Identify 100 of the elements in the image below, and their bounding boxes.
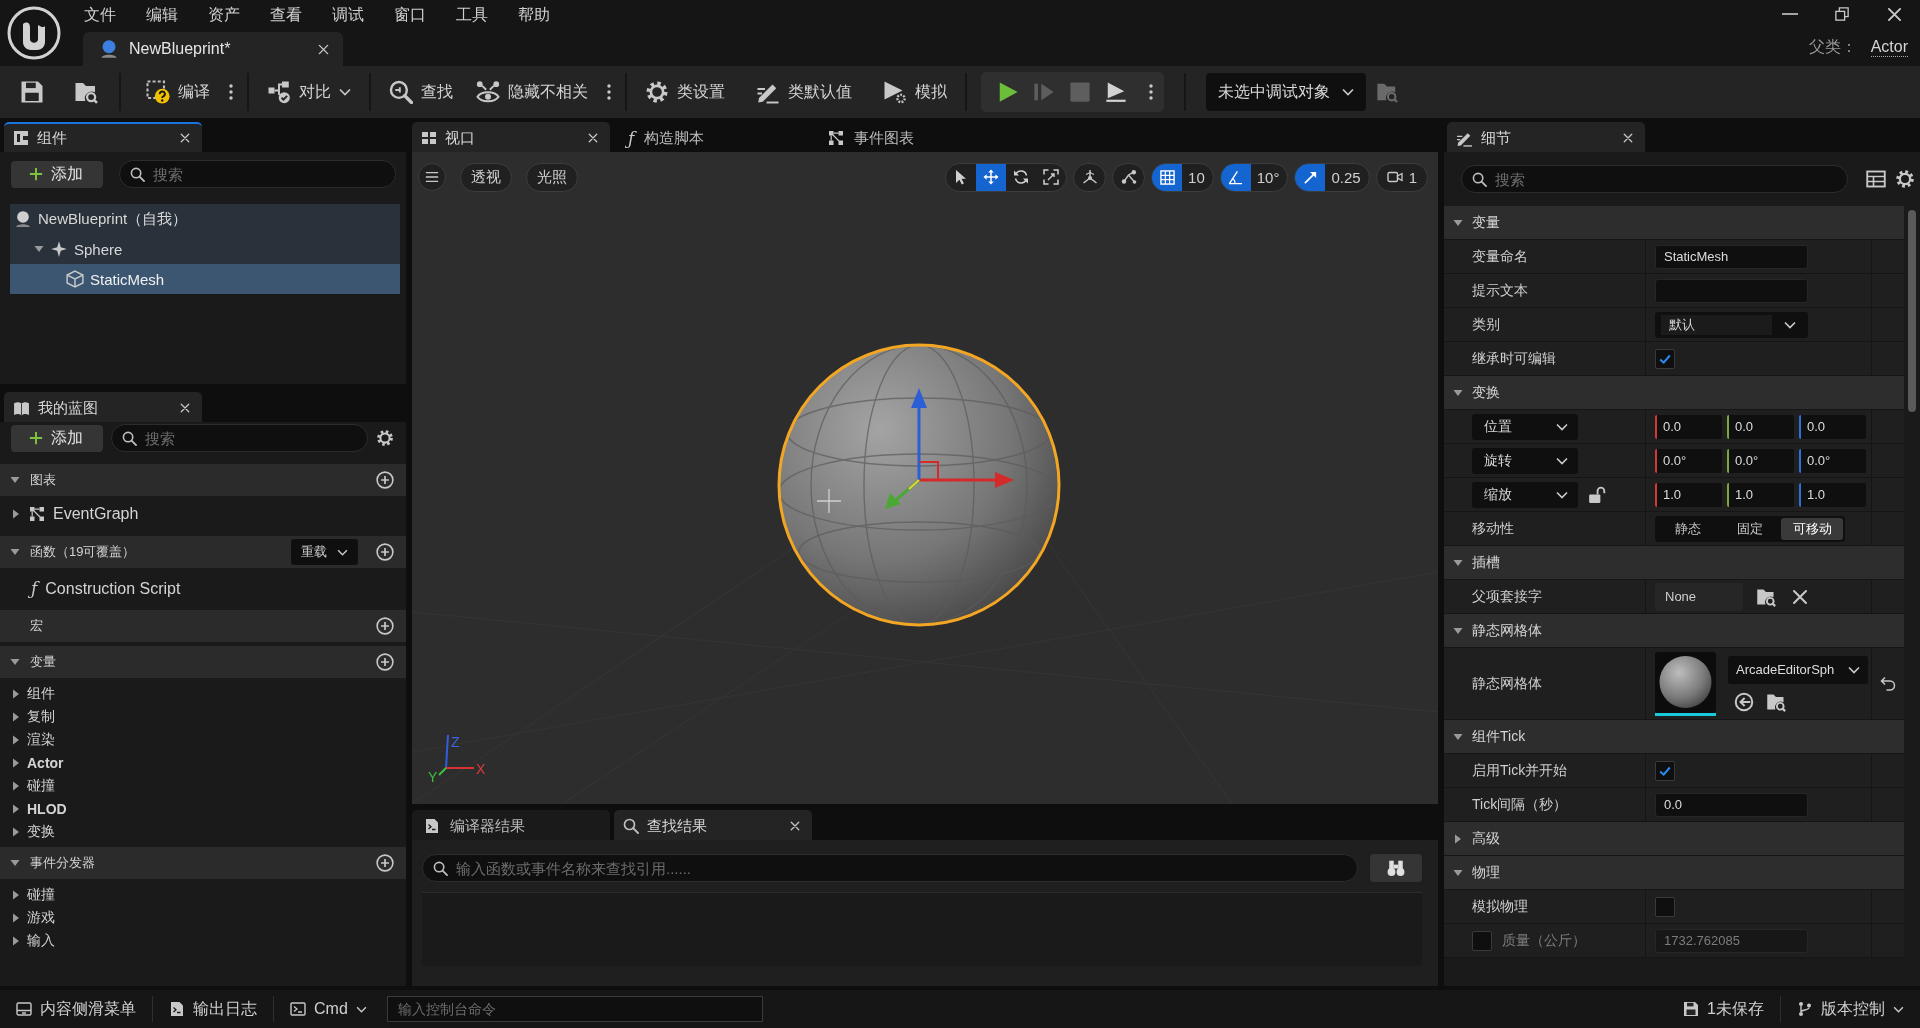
app-logo[interactable]	[7, 6, 61, 60]
add-button[interactable]: 添加	[11, 160, 103, 188]
compile-button[interactable]: 编译	[142, 73, 214, 111]
find-button[interactable]	[1370, 854, 1422, 882]
panel-tab[interactable]: 细节	[1447, 122, 1645, 152]
more-icon[interactable]	[229, 83, 233, 101]
number-field[interactable]: 1.0	[1799, 482, 1866, 507]
document-tab[interactable]: NewBlueprint*	[83, 32, 343, 66]
add-icon[interactable]	[376, 854, 394, 872]
number-field[interactable]: 0.0	[1655, 414, 1722, 439]
category-combo[interactable]: 默认	[1655, 311, 1808, 338]
tree-item[interactable]: 复制	[0, 705, 406, 728]
transform-dropdown[interactable]: 缩放	[1472, 481, 1578, 508]
find-button[interactable]: 查找	[385, 73, 457, 111]
socket-field[interactable]: None	[1655, 582, 1743, 611]
arrow-circle-icon[interactable]	[1734, 691, 1754, 712]
menu-item[interactable]: 文件	[69, 1, 131, 29]
tree-item[interactable]: EventGraph	[0, 496, 406, 532]
section-header[interactable]: 函数（19可覆盖） 重载	[0, 536, 406, 568]
restore-icon[interactable]	[1835, 7, 1849, 21]
number-field[interactable]: 0.0	[1799, 414, 1866, 439]
play-icon[interactable]	[997, 81, 1019, 103]
scrollbar[interactable]	[1908, 210, 1916, 412]
unlocked-lock-icon[interactable]	[1588, 485, 1606, 504]
tab[interactable]: 事件图表	[812, 122, 1010, 152]
simulate-button[interactable]: 模拟	[879, 73, 951, 111]
menu-item[interactable]: 调试	[317, 1, 379, 29]
tab[interactable]: 编译器结果	[412, 810, 610, 840]
snap-value-dropdown[interactable]: 10	[1182, 163, 1213, 191]
segment-option[interactable]: 可移动	[1781, 517, 1843, 540]
menu-item[interactable]: 帮助	[503, 1, 565, 29]
table-icon[interactable]	[1866, 169, 1886, 189]
tree-item[interactable]: HLOD	[0, 797, 406, 820]
close-icon[interactable]	[790, 821, 800, 831]
panel-tab[interactable]: 我的蓝图	[4, 392, 202, 422]
add-button[interactable]: 添加	[11, 424, 103, 452]
add-icon[interactable]	[376, 653, 394, 671]
close-icon[interactable]	[1792, 588, 1808, 605]
tree-item[interactable]: StaticMesh	[10, 264, 400, 294]
override-dropdown[interactable]: 重载	[291, 539, 358, 565]
number-field[interactable]: 0.0°	[1727, 448, 1794, 473]
parent-class-link[interactable]: Actor	[1870, 37, 1908, 57]
snap-toggle[interactable]	[1295, 163, 1326, 191]
add-icon[interactable]	[376, 543, 394, 561]
number-field[interactable]: 0.0°	[1655, 448, 1722, 473]
mesh-dropdown[interactable]: ArcadeEditorSph	[1728, 655, 1868, 684]
menu-item[interactable]: 资产	[193, 1, 255, 29]
close-icon[interactable]	[588, 133, 598, 143]
camera-speed-button[interactable]: 1	[1375, 162, 1428, 192]
more-icon[interactable]	[607, 83, 611, 101]
view-mode-button[interactable]: 透视	[460, 162, 512, 192]
tree-item[interactable]: 游戏	[0, 906, 406, 929]
output-log-button[interactable]: 输出日志	[159, 993, 267, 1025]
close-icon[interactable]	[1623, 133, 1633, 143]
menu-item[interactable]: 编辑	[131, 1, 193, 29]
text-field[interactable]: 0.0	[1655, 792, 1808, 817]
class-settings-button[interactable]: 类设置	[641, 73, 729, 111]
tree-item[interactable]: NewBlueprint（自我）	[10, 204, 400, 234]
snap-toggle[interactable]	[1220, 163, 1251, 191]
class-defaults-button[interactable]: 类默认值	[752, 73, 856, 111]
surface-snap-button[interactable]	[1112, 162, 1146, 192]
tab[interactable]: 视口	[412, 122, 610, 152]
number-field[interactable]: 1.0	[1727, 482, 1794, 507]
eject-icon[interactable]	[1105, 81, 1127, 103]
snap-value-dropdown[interactable]: 0.25	[1325, 163, 1369, 191]
close-icon[interactable]	[1886, 6, 1902, 22]
hide-unrelated-button[interactable]: 隐藏不相关	[472, 73, 592, 111]
close-icon[interactable]	[180, 133, 190, 143]
checkbox[interactable]	[1655, 760, 1675, 781]
tab[interactable]: 查找结果	[614, 810, 812, 840]
segment-option[interactable]: 静态	[1657, 517, 1719, 540]
tree-item[interactable]: Sphere	[10, 234, 400, 264]
sphere-thumbnail[interactable]	[1655, 651, 1716, 716]
debug-object-dropdown[interactable]: 未选中调试对象	[1206, 73, 1366, 111]
triangle-icon[interactable]	[34, 244, 44, 254]
more-icon[interactable]	[1149, 83, 1153, 101]
tree-item[interactable]: 输入	[0, 929, 406, 952]
menu-item[interactable]: 工具	[441, 1, 503, 29]
checkbox[interactable]	[1472, 930, 1492, 951]
close-icon[interactable]	[180, 403, 190, 413]
folder-search-icon[interactable]	[74, 80, 98, 104]
segment-option[interactable]: 固定	[1719, 517, 1781, 540]
add-icon[interactable]	[376, 617, 394, 635]
section-header[interactable]: 变量	[1444, 206, 1904, 240]
section-header[interactable]: 变换	[1444, 376, 1904, 410]
console-input[interactable]: 输入控制台命令	[386, 996, 763, 1022]
coordinate-space-button[interactable]	[1073, 162, 1107, 192]
tree-item[interactable]: 组件	[0, 682, 406, 705]
gear-icon[interactable]	[1895, 169, 1915, 189]
tree-item[interactable]: 变换	[0, 820, 406, 843]
section-header[interactable]: 高级	[1444, 822, 1904, 856]
section-header[interactable]: 插槽	[1444, 546, 1904, 580]
transform-dropdown[interactable]: 旋转	[1472, 447, 1578, 474]
number-field[interactable]: 1.0	[1655, 482, 1722, 507]
source-control-button[interactable]: 版本控制	[1787, 993, 1914, 1025]
transform-dropdown[interactable]: 位置	[1472, 413, 1578, 440]
transform-tool[interactable]	[976, 163, 1007, 191]
search-field[interactable]: 搜索	[1461, 165, 1848, 193]
section-header[interactable]: 静态网格体	[1444, 614, 1904, 648]
gear-icon[interactable]	[376, 429, 394, 447]
